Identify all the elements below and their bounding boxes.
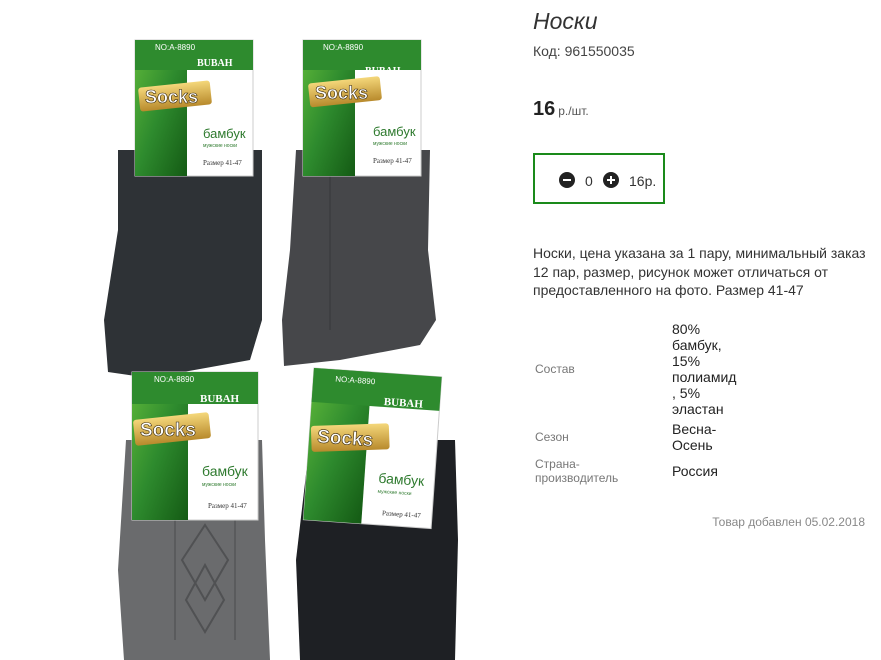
svg-text:мужские носки: мужские носки — [202, 482, 236, 488]
svg-text:бамбук: бамбук — [202, 463, 249, 479]
svg-text:BUBAH: BUBAH — [365, 66, 401, 77]
svg-text:BUBAH: BUBAH — [200, 393, 240, 405]
svg-text:Socks: Socks — [140, 420, 196, 441]
svg-text:NO:A-8890: NO:A-8890 — [154, 375, 195, 384]
svg-text:бамбук: бамбук — [203, 126, 246, 141]
product-description: Носки, цена указана за 1 пару, минимальн… — [533, 245, 866, 298]
package-label-4: NO:A-8890 BUBAH Socks бамбук мужские нос… — [302, 367, 443, 530]
property-label-country: Страна-производитель — [535, 457, 619, 485]
package-label-1: NO:A-8890 BUBAH Socks бамбук мужские нос… — [134, 39, 254, 177]
quantity-stepper: 0 16р. — [533, 153, 665, 204]
sock-item-2 — [282, 150, 436, 366]
svg-text:NO:A-8890: NO:A-8890 — [155, 43, 196, 52]
svg-text:мужские носки: мужские носки — [373, 141, 407, 147]
svg-text:бамбук: бамбук — [378, 470, 426, 489]
property-label-season: Сезон — [535, 430, 569, 444]
svg-text:Размер 41-47: Размер 41-47 — [208, 502, 247, 510]
property-value-composition: 80% бамбук, 15% полиамид, 5% эластан — [672, 321, 737, 417]
svg-text:бамбук: бамбук — [373, 124, 416, 139]
quantity-value[interactable]: 0 — [585, 173, 593, 189]
svg-text:Socks: Socks — [145, 87, 198, 107]
property-label-composition: Состав — [535, 362, 575, 376]
date-added: Товар добавлен 05.02.2018 — [712, 515, 865, 529]
product-price: 16 р./шт. — [533, 98, 589, 121]
property-value-country: Россия — [672, 463, 718, 479]
plus-circle-icon[interactable] — [603, 172, 619, 188]
product-photo[interactable]: NO:A-8890 BUBAH Socks бамбук мужские нос… — [0, 0, 520, 660]
product-code-label: Код: — [533, 43, 561, 59]
price-value: 16 — [533, 98, 556, 120]
svg-text:Socks: Socks — [316, 426, 373, 451]
svg-text:Socks: Socks — [315, 83, 368, 103]
svg-text:NO:A-8890: NO:A-8890 — [323, 43, 364, 52]
svg-text:BUBAH: BUBAH — [197, 58, 233, 69]
package-label-2: NO:A-8890 BUBAH Socks бамбук мужские нос… — [302, 39, 422, 177]
product-code: Код: 961550035 — [533, 43, 635, 59]
sock-item-1 — [104, 150, 262, 378]
price-unit: р./шт. — [558, 104, 589, 118]
package-label-3: NO:A-8890 BUBAH Socks бамбук мужские нос… — [131, 371, 259, 521]
quantity-total: 16р. — [629, 173, 657, 189]
product-code-value: 961550035 — [564, 43, 635, 59]
minus-circle-icon[interactable] — [559, 172, 575, 188]
product-title: Носки — [533, 8, 598, 34]
svg-text:Размер 41-47: Размер 41-47 — [203, 159, 242, 167]
property-value-season: Весна-Осень — [672, 421, 717, 453]
svg-text:Размер 41-47: Размер 41-47 — [373, 157, 412, 165]
svg-text:мужские носки: мужские носки — [203, 143, 237, 149]
